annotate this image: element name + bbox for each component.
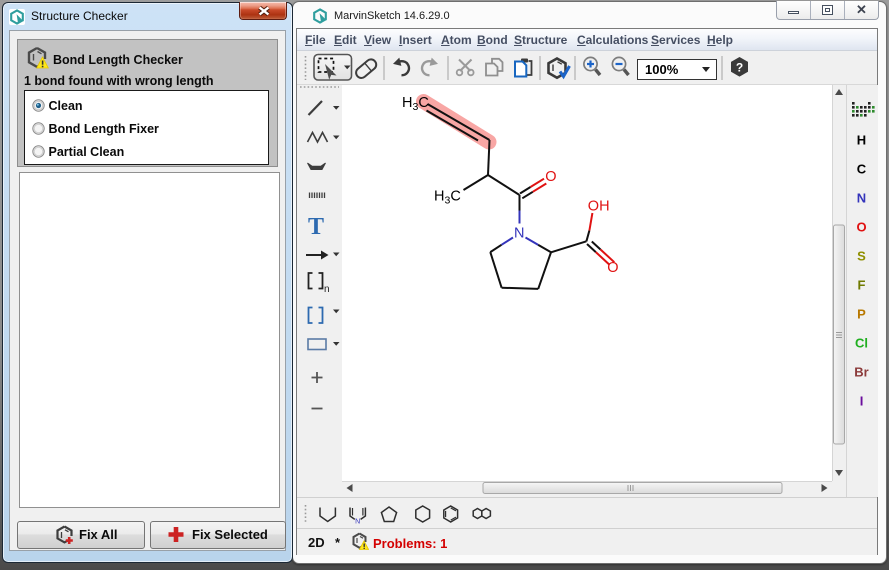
svg-text:?: ? (736, 61, 743, 75)
svg-text:n: n (324, 284, 330, 295)
svg-text:N: N (856, 191, 865, 206)
svg-text:O: O (856, 220, 866, 235)
svg-text:P: P (857, 307, 866, 322)
svg-text:S: S (857, 249, 866, 264)
svg-text:N: N (355, 519, 360, 526)
svg-text:H: H (856, 133, 865, 148)
svg-text:Cl: Cl (855, 336, 868, 351)
svg-text:O: O (545, 169, 556, 185)
svg-text:N: N (514, 226, 524, 242)
svg-text:O: O (607, 260, 618, 276)
svg-text:I: I (859, 394, 863, 409)
svg-text:Br: Br (854, 365, 868, 380)
svg-text:C: C (856, 162, 866, 177)
svg-text:T: T (308, 214, 324, 240)
svg-text:H3C: H3C (402, 95, 429, 113)
svg-text:OH: OH (587, 199, 609, 215)
svg-text:F: F (857, 278, 865, 293)
svg-text:H3C: H3C (434, 189, 461, 207)
